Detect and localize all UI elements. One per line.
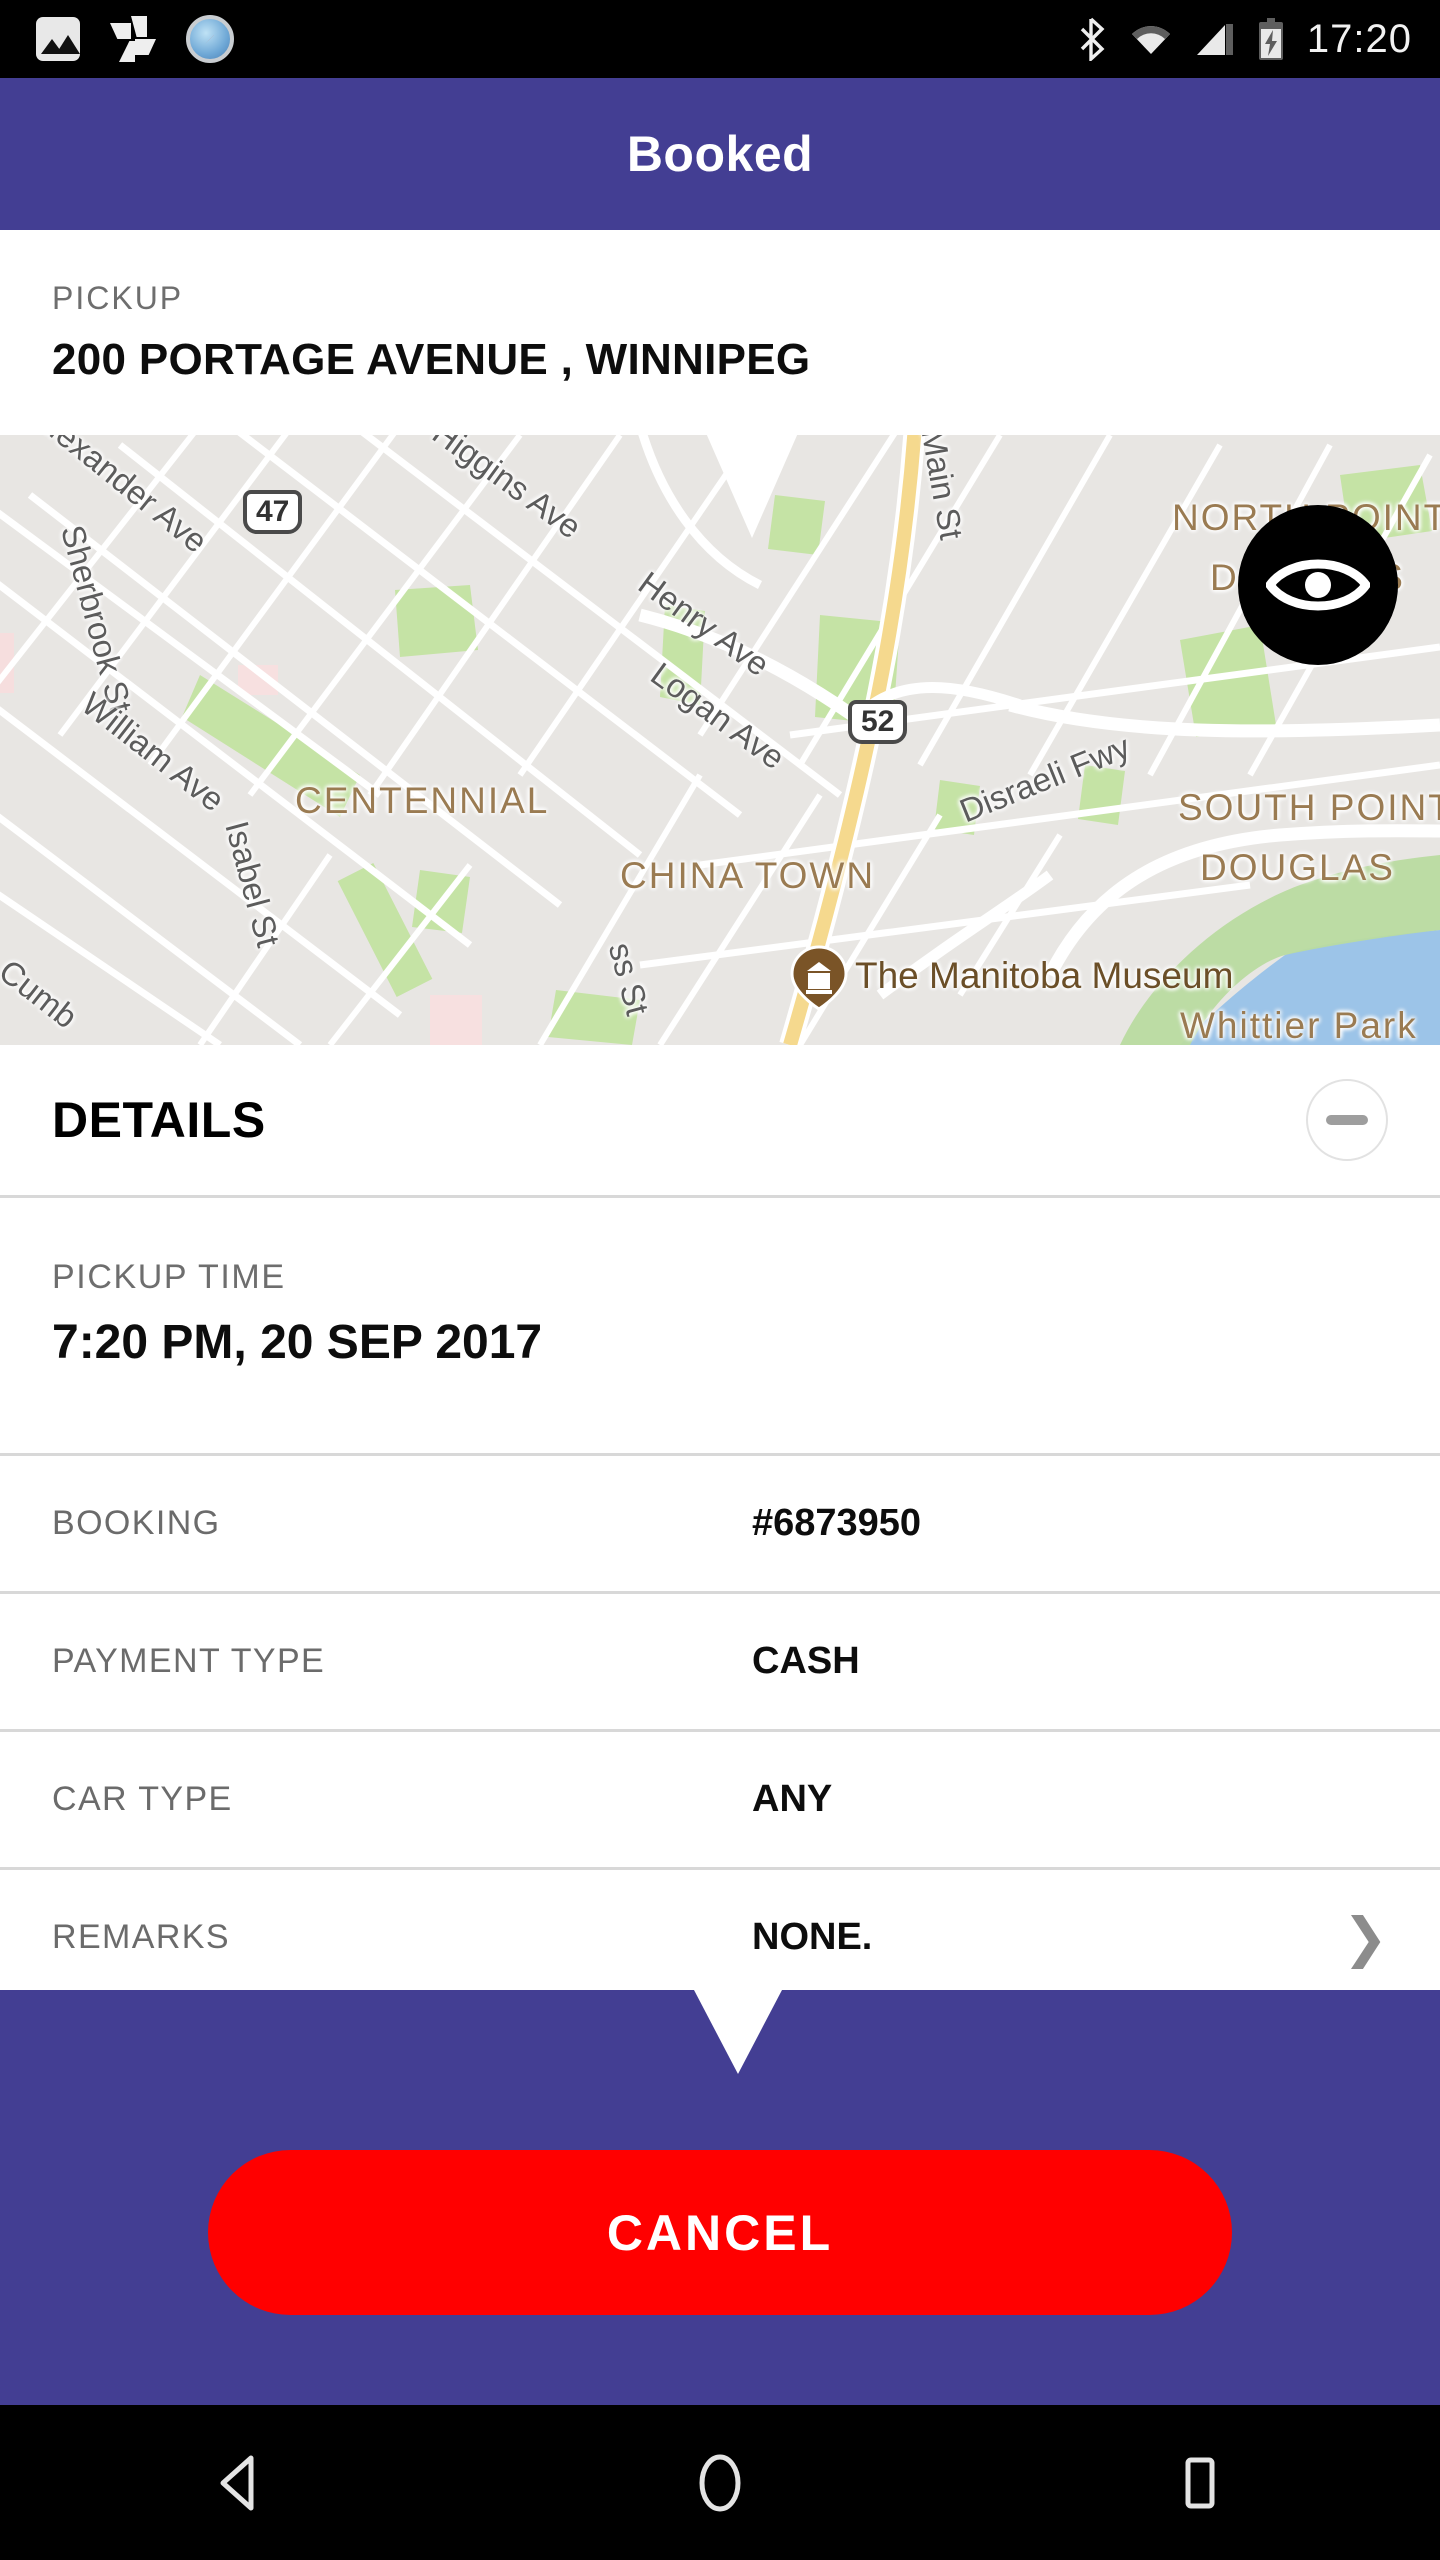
pickup-label: PICKUP (52, 280, 184, 316)
details-title: DETAILS (52, 1092, 266, 1148)
view-route-button[interactable] (1238, 505, 1398, 665)
pickup-time-value: 7:20 PM, 20 SEP 2017 (52, 1316, 543, 1369)
row-value-booking: #6873950 (752, 1502, 922, 1544)
compass-icon (186, 15, 234, 63)
pickup-time-row: PICKUP TIME 7:20 PM, 20 SEP 2017 (0, 1198, 1440, 1453)
table-row[interactable]: BOOKING #6873950 (0, 1456, 1440, 1591)
battery-charging-icon (1258, 18, 1283, 60)
app-screen: 17:20 Booked PICKUP 200 PORTAGE AVENUE ,… (0, 0, 1440, 2560)
status-bar: 17:20 (0, 0, 1440, 78)
nav-back-button[interactable] (140, 2405, 340, 2560)
signal-icon (1196, 24, 1233, 55)
map-label-manitoba-museum: The Manitoba Museum (855, 955, 1234, 996)
museum-poi-icon (790, 945, 848, 1011)
eye-icon (1266, 559, 1370, 611)
map-label-centennial: CENTENNIAL (295, 780, 550, 821)
footer-notch (694, 1990, 782, 2074)
details-header: DETAILS (0, 1045, 1440, 1195)
footer-bar: CANCEL (0, 1990, 1440, 2405)
minus-circle-icon (1326, 1115, 1368, 1125)
back-icon (220, 2455, 254, 2510)
home-icon (699, 2454, 741, 2511)
map-pickup-marker (706, 435, 798, 538)
nav-home-button[interactable] (620, 2405, 820, 2560)
map-shield-52: 52 (848, 700, 908, 744)
map-label-china-town: CHINA TOWN (620, 855, 876, 896)
chevron-right-icon: ❯ (1342, 1907, 1388, 1968)
row-label-payment-type: PAYMENT TYPE (52, 1642, 326, 1680)
bluetooth-icon (1080, 17, 1105, 61)
row-value-payment-type: CASH (752, 1640, 860, 1682)
recents-icon (1185, 2457, 1215, 2508)
android-nav-bar (0, 2405, 1440, 2560)
status-bar-left-icons (0, 15, 234, 63)
page-title: Booked (626, 126, 814, 182)
map-label-south-douglas: DOUGLAS (1200, 847, 1395, 888)
photos-icon (110, 16, 156, 62)
map-label-south-point: SOUTH POINT (1178, 787, 1440, 828)
table-row[interactable]: REMARKS NONE. ❯ (0, 1870, 1440, 2005)
app-bar: Booked (0, 78, 1440, 230)
table-row[interactable]: CAR TYPE ANY (0, 1732, 1440, 1867)
status-bar-clock: 17:20 (1306, 16, 1412, 61)
table-row[interactable]: PAYMENT TYPE CASH (0, 1594, 1440, 1729)
gallery-icon (36, 17, 80, 61)
status-bar-right-icons: 17:20 (1077, 17, 1440, 62)
pickup-address: 200 PORTAGE AVENUE , WINNIPEG (52, 335, 811, 384)
row-value-car-type: ANY (752, 1778, 833, 1820)
details-collapse-button[interactable] (1306, 1079, 1388, 1161)
map-view[interactable]: Alexander Ave Sherbrook St William Ave I… (0, 435, 1440, 1045)
row-value-remarks: NONE. (752, 1916, 873, 1958)
wifi-icon (1131, 26, 1170, 54)
nav-recents-button[interactable] (1100, 2405, 1300, 2560)
pickup-section: PICKUP 200 PORTAGE AVENUE , WINNIPEG (0, 230, 1440, 435)
map-label-whittier-park: Whittier Park (1180, 1005, 1418, 1045)
pickup-time-label: PICKUP TIME (52, 1258, 286, 1296)
cancel-button[interactable]: CANCEL (208, 2150, 1232, 2315)
row-label-remarks: REMARKS (52, 1918, 230, 1956)
row-label-car-type: CAR TYPE (52, 1780, 233, 1818)
map-shield-47: 47 (243, 490, 303, 534)
row-label-booking: BOOKING (52, 1504, 221, 1542)
